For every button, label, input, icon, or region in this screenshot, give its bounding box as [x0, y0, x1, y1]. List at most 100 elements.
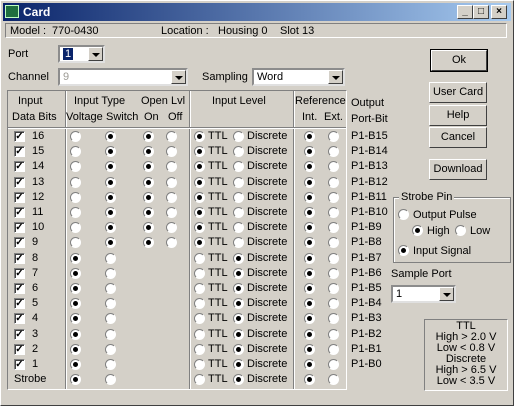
download-button[interactable]: Download [429, 159, 487, 180]
int-radio[interactable] [304, 131, 315, 142]
ttl-radio[interactable] [194, 359, 205, 370]
ttl-radio[interactable] [194, 191, 205, 203]
output-pulse-radio[interactable] [398, 209, 409, 220]
ext-radio[interactable] [328, 359, 339, 370]
ttl-radio[interactable] [194, 374, 205, 386]
int-radio[interactable] [304, 328, 315, 340]
title-bar[interactable]: Card _ □ × [3, 3, 511, 21]
switch-radio[interactable] [105, 283, 116, 294]
bit-checkbox[interactable]: ✓ [14, 222, 25, 234]
low-radio[interactable] [455, 225, 466, 236]
sampling-select[interactable]: Word [252, 68, 345, 86]
open-on-radio[interactable] [143, 176, 154, 188]
voltage-radio[interactable] [70, 343, 81, 355]
high-radio[interactable] [412, 225, 423, 236]
ttl-radio[interactable] [194, 161, 205, 173]
switch-radio[interactable] [105, 146, 116, 158]
open-on-radio[interactable] [143, 191, 154, 203]
ext-radio[interactable] [328, 207, 339, 218]
switch-radio[interactable] [105, 359, 116, 370]
discrete-radio[interactable] [233, 237, 244, 249]
open-on-radio[interactable] [143, 131, 154, 142]
ttl-radio[interactable] [194, 343, 205, 355]
ttl-radio[interactable] [194, 176, 205, 188]
ttl-radio[interactable] [194, 237, 205, 249]
ext-radio[interactable] [328, 267, 339, 279]
int-radio[interactable] [304, 176, 315, 188]
ext-radio[interactable] [328, 343, 339, 355]
int-radio[interactable] [304, 237, 315, 249]
ttl-radio[interactable] [194, 328, 205, 340]
input-signal-radio[interactable] [398, 245, 409, 256]
discrete-radio[interactable] [233, 374, 244, 386]
ttl-radio[interactable] [194, 313, 205, 325]
voltage-radio[interactable] [70, 176, 81, 188]
voltage-radio[interactable] [70, 222, 81, 234]
int-radio[interactable] [304, 191, 315, 203]
minimize-button[interactable]: _ [457, 5, 473, 19]
ext-radio[interactable] [328, 161, 339, 173]
open-on-radio[interactable] [143, 237, 154, 249]
int-radio[interactable] [304, 374, 315, 386]
bit-checkbox[interactable]: ✓ [14, 176, 25, 188]
open-off-radio[interactable] [166, 191, 177, 203]
chevron-down-icon[interactable] [328, 70, 343, 84]
chevron-down-icon[interactable] [171, 70, 186, 84]
bit-checkbox[interactable]: ✓ [14, 267, 25, 279]
ttl-radio[interactable] [194, 252, 205, 264]
voltage-radio[interactable] [70, 359, 81, 370]
ttl-radio[interactable] [194, 267, 205, 279]
discrete-radio[interactable] [233, 207, 244, 218]
ext-radio[interactable] [328, 252, 339, 264]
switch-radio[interactable] [105, 343, 116, 355]
switch-radio[interactable] [105, 298, 116, 310]
close-button[interactable]: × [491, 5, 507, 19]
discrete-radio[interactable] [233, 343, 244, 355]
open-off-radio[interactable] [166, 222, 177, 234]
bit-checkbox[interactable]: ✓ [14, 298, 25, 310]
int-radio[interactable] [304, 359, 315, 370]
switch-radio[interactable] [105, 222, 116, 234]
user-card-button[interactable]: User Card [429, 82, 487, 103]
discrete-radio[interactable] [233, 161, 244, 173]
maximize-button[interactable]: □ [473, 5, 489, 19]
int-radio[interactable] [304, 298, 315, 310]
open-off-radio[interactable] [166, 237, 177, 249]
voltage-radio[interactable] [70, 207, 81, 218]
int-radio[interactable] [304, 222, 315, 234]
help-button[interactable]: Help [429, 105, 487, 126]
bit-checkbox[interactable]: ✓ [14, 161, 25, 173]
open-off-radio[interactable] [166, 207, 177, 218]
chevron-down-icon[interactable] [88, 47, 103, 61]
ttl-radio[interactable] [194, 298, 205, 310]
bit-checkbox[interactable]: ✓ [14, 252, 25, 264]
voltage-radio[interactable] [70, 298, 81, 310]
voltage-radio[interactable] [70, 283, 81, 294]
ok-button[interactable]: Ok [430, 49, 488, 72]
ttl-radio[interactable] [194, 222, 205, 234]
discrete-radio[interactable] [233, 328, 244, 340]
ext-radio[interactable] [328, 328, 339, 340]
switch-radio[interactable] [105, 161, 116, 173]
ext-radio[interactable] [328, 374, 339, 386]
open-off-radio[interactable] [166, 131, 177, 142]
open-off-radio[interactable] [166, 176, 177, 188]
discrete-radio[interactable] [233, 222, 244, 234]
voltage-radio[interactable] [70, 131, 81, 142]
voltage-radio[interactable] [70, 313, 81, 325]
discrete-radio[interactable] [233, 267, 244, 279]
ext-radio[interactable] [328, 131, 339, 142]
ttl-radio[interactable] [194, 131, 205, 142]
bit-checkbox[interactable]: ✓ [14, 283, 25, 294]
ext-radio[interactable] [328, 191, 339, 203]
int-radio[interactable] [304, 146, 315, 158]
bit-checkbox[interactable]: ✓ [14, 131, 25, 142]
switch-radio[interactable] [105, 313, 116, 325]
open-off-radio[interactable] [166, 161, 177, 173]
voltage-radio[interactable] [70, 252, 81, 264]
open-on-radio[interactable] [143, 146, 154, 158]
int-radio[interactable] [304, 207, 315, 218]
voltage-radio[interactable] [70, 374, 81, 386]
ttl-radio[interactable] [194, 146, 205, 158]
discrete-radio[interactable] [233, 283, 244, 294]
